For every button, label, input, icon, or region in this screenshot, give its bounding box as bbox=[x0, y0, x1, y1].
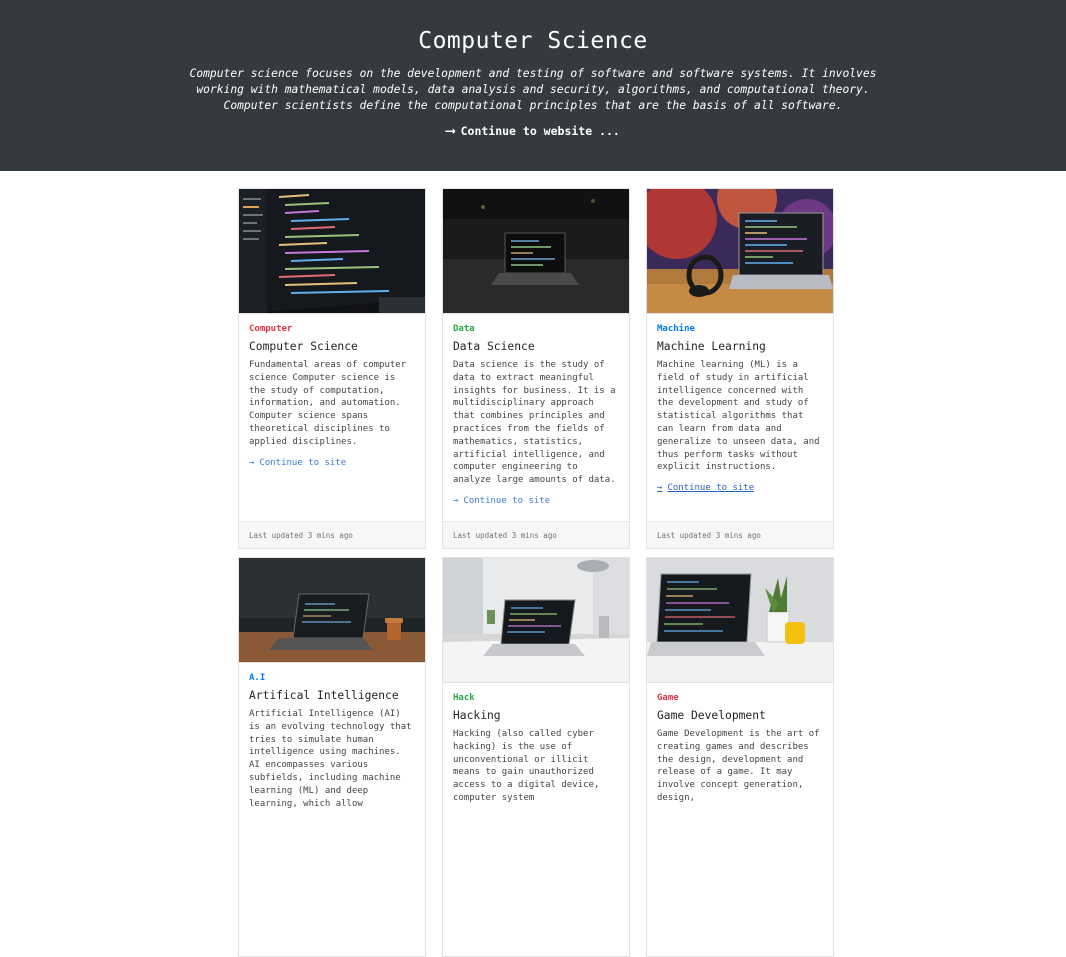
laptop-on-white-desk-photo bbox=[443, 558, 629, 683]
continue-to-site-link[interactable]: → Continue to site bbox=[453, 496, 550, 506]
card-description: Hacking (also called cyber hacking) is t… bbox=[453, 729, 600, 803]
continue-to-website-label: Continue to website ... bbox=[460, 124, 620, 138]
card-title: Hacking bbox=[453, 709, 501, 722]
continue-to-site-label: Continue to site bbox=[259, 457, 347, 468]
card-tag: Computer bbox=[249, 324, 293, 334]
card-title: Game Development bbox=[657, 709, 766, 722]
card-artifical-intelligence: A.I Artifical Intelligence Artificial In… bbox=[238, 557, 426, 957]
arrow-right-icon: → bbox=[453, 495, 459, 506]
continue-to-site-label: Continue to site bbox=[463, 495, 551, 506]
card-computer-science: Computer Computer Science Fundamental ar… bbox=[238, 188, 426, 549]
arrow-right-icon: → bbox=[249, 457, 255, 468]
card-grid: Computer Computer Science Fundamental ar… bbox=[238, 188, 835, 957]
continue-to-website-link[interactable]: ⟶ Continue to website ... bbox=[446, 124, 620, 138]
card-description: Machine learning (ML) is a field of stud… bbox=[657, 360, 820, 473]
laptop-with-headphones-photo bbox=[647, 189, 833, 314]
laptop-on-wooden-desk-photo bbox=[239, 558, 425, 663]
continue-to-site-link[interactable]: → Continue to site bbox=[657, 483, 754, 493]
card-data-science: Data Data Science Data science is the st… bbox=[442, 188, 630, 549]
card-tag: Hack bbox=[453, 693, 475, 703]
card-footer: Last updated 3 mins ago bbox=[239, 521, 425, 548]
card-machine-learning: Machine Machine Learning Machine learnin… bbox=[646, 188, 834, 549]
card-title: Artifical Intelligence bbox=[249, 689, 399, 702]
card-title: Computer Science bbox=[249, 340, 358, 353]
arrow-right-icon: → bbox=[657, 483, 663, 494]
hero-description: Computer science focuses on the developm… bbox=[189, 67, 877, 112]
continue-to-site-link[interactable]: → Continue to site bbox=[249, 458, 346, 468]
card-description: Artificial Intelligence (AI) is an evolv… bbox=[249, 709, 412, 809]
laptop-with-plant-photo bbox=[647, 558, 833, 683]
card-description: Fundamental areas of computer science Co… bbox=[249, 360, 407, 447]
code-on-monitor-photo bbox=[239, 189, 425, 314]
card-tag: Machine bbox=[657, 324, 695, 334]
hero-title: Computer Science bbox=[418, 28, 648, 54]
card-tag: Game bbox=[657, 693, 679, 703]
card-footer: Last updated 3 mins ago bbox=[443, 521, 629, 548]
card-hacking: Hack Hacking Hacking (also called cyber … bbox=[442, 557, 630, 957]
card-game-development: Game Game Development Game Development i… bbox=[646, 557, 834, 957]
card-tag: Data bbox=[453, 324, 475, 334]
card-description: Game Development is the art of creating … bbox=[657, 729, 820, 803]
card-title: Machine Learning bbox=[657, 340, 766, 353]
arrow-right-icon: ⟶ bbox=[446, 123, 455, 139]
continue-to-site-label: Continue to site bbox=[667, 483, 755, 494]
card-title: Data Science bbox=[453, 340, 535, 353]
card-footer: Last updated 3 mins ago bbox=[647, 521, 833, 548]
hero-banner: Computer Science Computer science focuse… bbox=[0, 0, 1066, 171]
laptop-on-dark-ground-photo bbox=[443, 189, 629, 314]
card-tag: A.I bbox=[249, 673, 266, 683]
card-description: Data science is the study of data to ext… bbox=[453, 360, 616, 486]
